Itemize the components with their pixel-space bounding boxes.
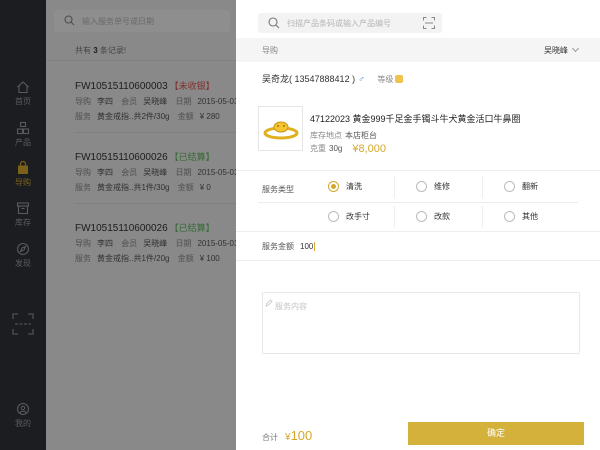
service-type-label: 服务类型: [262, 185, 294, 194]
divider: [258, 202, 578, 203]
chevron-down-icon: [571, 44, 580, 53]
modal-overlay[interactable]: [0, 0, 236, 450]
member-phone: ( 13547888412 ): [289, 74, 356, 84]
service-amount-label: 服务金额: [262, 242, 294, 251]
guide-selector[interactable]: 导购 吴晓峰: [236, 38, 600, 62]
product-location: 库存地点 本店柜台: [310, 131, 377, 140]
product-card[interactable]: 47122023 黄金999千足金手镯斗牛犬黄金活口牛鼻圈 库存地点 本店柜台 克…: [258, 102, 578, 156]
search-placeholder: 扫描产品条码或输入产品编号: [287, 19, 391, 28]
divider: [394, 206, 395, 228]
gold-bracelet-icon: [263, 121, 299, 140]
service-type-radio-refurbish[interactable]: 翻新: [504, 181, 538, 193]
divider: [482, 206, 483, 228]
guide-value: 吴晓峰: [544, 44, 580, 56]
divider: [236, 260, 600, 261]
radio-icon: [416, 181, 427, 193]
radio-icon: [504, 181, 515, 193]
divider: [482, 176, 483, 198]
radio-icon: [328, 211, 339, 223]
pencil-icon: [265, 299, 273, 307]
total-amount: 合计 ¥100: [262, 428, 313, 443]
product-search-input[interactable]: 扫描产品条码或输入产品编号: [258, 13, 442, 33]
radio-checked-icon: [328, 181, 339, 193]
product-title: 47122023 黄金999千足金手镯斗牛犬黄金活口牛鼻圈: [310, 114, 521, 124]
male-icon: ♂: [358, 74, 365, 84]
product-price: ¥8,000: [352, 143, 387, 155]
divider: [236, 231, 600, 232]
search-icon: [268, 17, 280, 29]
service-type-radio-repair[interactable]: 维修: [416, 181, 450, 193]
text-cursor: [314, 242, 316, 252]
member-name: 吴奇龙: [262, 74, 290, 84]
service-type-radio-other[interactable]: 其他: [504, 211, 538, 223]
divider: [394, 176, 395, 198]
radio-icon: [416, 211, 427, 223]
service-type-radio-clean[interactable]: 清洗: [328, 181, 362, 193]
guide-label: 导购: [262, 46, 278, 55]
product-image: [258, 106, 303, 151]
service-type-radio-restyle[interactable]: 改款: [416, 211, 450, 223]
service-detail-panel: 扫描产品条码或输入产品编号 导购 吴晓峰 吴奇龙( 13547888412 ) ♂…: [236, 0, 600, 450]
service-content-textarea[interactable]: 服务内容: [262, 292, 580, 354]
product-weight: 克重 30g ¥8,000: [310, 143, 387, 155]
member-info: 吴奇龙( 13547888412 ) ♂ 等级: [262, 72, 404, 85]
barcode-scan-icon[interactable]: [423, 17, 435, 29]
level-badge-icon: [395, 75, 404, 83]
member-level: 等级: [377, 75, 404, 84]
confirm-button[interactable]: 确定: [408, 422, 584, 445]
service-amount-value: 100: [300, 242, 314, 251]
divider: [236, 170, 600, 171]
service-amount-field[interactable]: 服务金额 100: [262, 241, 316, 252]
service-type-radio-resize[interactable]: 改手寸: [328, 211, 370, 223]
memo-placeholder: 服务内容: [275, 302, 307, 311]
radio-icon: [504, 211, 515, 223]
